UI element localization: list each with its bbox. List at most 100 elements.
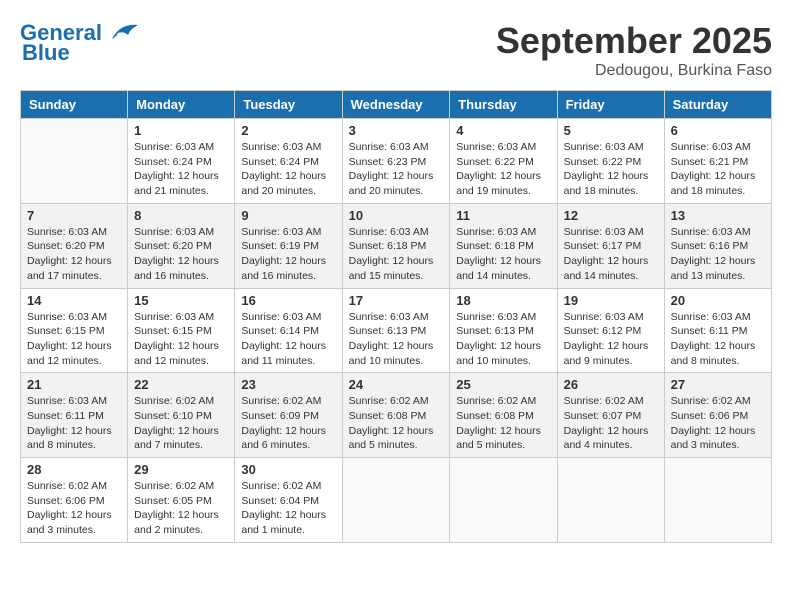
table-row bbox=[557, 458, 664, 543]
day-info: Sunrise: 6:03 AM Sunset: 6:22 PM Dayligh… bbox=[564, 140, 658, 199]
day-info: Sunrise: 6:02 AM Sunset: 6:06 PM Dayligh… bbox=[671, 394, 765, 453]
table-row: 19Sunrise: 6:03 AM Sunset: 6:12 PM Dayli… bbox=[557, 288, 664, 373]
day-info: Sunrise: 6:02 AM Sunset: 6:09 PM Dayligh… bbox=[241, 394, 335, 453]
table-row bbox=[450, 458, 557, 543]
day-info: Sunrise: 6:02 AM Sunset: 6:08 PM Dayligh… bbox=[456, 394, 550, 453]
day-info: Sunrise: 6:03 AM Sunset: 6:15 PM Dayligh… bbox=[27, 310, 121, 369]
day-info: Sunrise: 6:03 AM Sunset: 6:19 PM Dayligh… bbox=[241, 225, 335, 284]
table-row: 17 Sunrise: 6:03 AM Sunset: 6:13 PM Dayli… bbox=[342, 288, 450, 373]
day-number: 17 bbox=[349, 293, 444, 308]
day-info: Sunrise: 6:03 AM Sunset: 6:24 PM Dayligh… bbox=[241, 140, 335, 199]
day-number: 9 bbox=[241, 208, 335, 223]
table-row: 9 Sunrise: 6:03 AM Sunset: 6:19 PM Daylig… bbox=[235, 203, 342, 288]
logo-bird-icon bbox=[104, 21, 140, 43]
table-row: 25 Sunrise: 6:02 AM Sunset: 6:08 PM Dayli… bbox=[450, 373, 557, 458]
day-number: 7 bbox=[27, 208, 121, 223]
day-number: 1 bbox=[134, 123, 228, 138]
logo: General Blue bbox=[20, 20, 140, 66]
table-row: 27 Sunrise: 6:02 AM Sunset: 6:06 PM Dayli… bbox=[664, 373, 771, 458]
table-row: 16 Sunrise: 6:03 AM Sunset: 6:14 PM Dayli… bbox=[235, 288, 342, 373]
calendar-week-row: 21Sunrise: 6:03 AM Sunset: 6:11 PM Dayli… bbox=[21, 373, 772, 458]
table-row: 26 Sunrise: 6:02 AM Sunset: 6:07 PM Dayli… bbox=[557, 373, 664, 458]
table-row: 21Sunrise: 6:03 AM Sunset: 6:11 PM Dayli… bbox=[21, 373, 128, 458]
day-info: Sunrise: 6:03 AM Sunset: 6:13 PM Dayligh… bbox=[456, 310, 550, 369]
day-number: 6 bbox=[671, 123, 765, 138]
day-number: 26 bbox=[564, 377, 658, 392]
col-thursday: Thursday bbox=[450, 91, 557, 119]
day-number: 10 bbox=[349, 208, 444, 223]
table-row: 14 Sunrise: 6:03 AM Sunset: 6:15 PM Dayli… bbox=[21, 288, 128, 373]
day-info: Sunrise: 6:02 AM Sunset: 6:06 PM Dayligh… bbox=[27, 479, 121, 538]
table-row: 28 Sunrise: 6:02 AM Sunset: 6:06 PM Dayli… bbox=[21, 458, 128, 543]
day-number: 30 bbox=[241, 462, 335, 477]
day-number: 28 bbox=[27, 462, 121, 477]
day-info: Sunrise: 6:03 AM Sunset: 6:14 PM Dayligh… bbox=[241, 310, 335, 369]
month-title: September 2025 bbox=[496, 20, 772, 62]
title-block: September 2025 Dedougou, Burkina Faso bbox=[496, 20, 772, 80]
table-row: 5 Sunrise: 6:03 AM Sunset: 6:22 PM Daylig… bbox=[557, 119, 664, 204]
day-number: 24 bbox=[349, 377, 444, 392]
location-subtitle: Dedougou, Burkina Faso bbox=[496, 62, 772, 80]
day-number: 29 bbox=[134, 462, 228, 477]
table-row bbox=[21, 119, 128, 204]
day-number: 23 bbox=[241, 377, 335, 392]
logo-blue-text: Blue bbox=[22, 40, 70, 66]
day-info: Sunrise: 6:03 AM Sunset: 6:20 PM Dayligh… bbox=[27, 225, 121, 284]
day-number: 14 bbox=[27, 293, 121, 308]
day-info: Sunrise: 6:03 AM Sunset: 6:23 PM Dayligh… bbox=[349, 140, 444, 199]
day-number: 5 bbox=[564, 123, 658, 138]
table-row: 20 Sunrise: 6:03 AM Sunset: 6:11 PM Dayli… bbox=[664, 288, 771, 373]
day-info: Sunrise: 6:02 AM Sunset: 6:08 PM Dayligh… bbox=[349, 394, 444, 453]
table-row: 10Sunrise: 6:03 AM Sunset: 6:18 PM Dayli… bbox=[342, 203, 450, 288]
day-info: Sunrise: 6:03 AM Sunset: 6:18 PM Dayligh… bbox=[456, 225, 550, 284]
table-row: 6 Sunrise: 6:03 AM Sunset: 6:21 PM Daylig… bbox=[664, 119, 771, 204]
table-row: 3 Sunrise: 6:03 AM Sunset: 6:23 PM Daylig… bbox=[342, 119, 450, 204]
day-info: Sunrise: 6:03 AM Sunset: 6:15 PM Dayligh… bbox=[134, 310, 228, 369]
day-number: 27 bbox=[671, 377, 765, 392]
day-number: 16 bbox=[241, 293, 335, 308]
day-number: 20 bbox=[671, 293, 765, 308]
day-number: 3 bbox=[349, 123, 444, 138]
day-info: Sunrise: 6:03 AM Sunset: 6:20 PM Dayligh… bbox=[134, 225, 228, 284]
day-number: 8 bbox=[134, 208, 228, 223]
calendar-header-row: Sunday Monday Tuesday Wednesday Thursday… bbox=[21, 91, 772, 119]
day-info: Sunrise: 6:03 AM Sunset: 6:13 PM Dayligh… bbox=[349, 310, 444, 369]
day-info: Sunrise: 6:03 AM Sunset: 6:12 PM Dayligh… bbox=[564, 310, 658, 369]
calendar-table: Sunday Monday Tuesday Wednesday Thursday… bbox=[20, 90, 772, 543]
day-number: 25 bbox=[456, 377, 550, 392]
table-row: 15 Sunrise: 6:03 AM Sunset: 6:15 PM Dayli… bbox=[128, 288, 235, 373]
col-wednesday: Wednesday bbox=[342, 91, 450, 119]
table-row: 8 Sunrise: 6:03 AM Sunset: 6:20 PM Daylig… bbox=[128, 203, 235, 288]
table-row: 24 Sunrise: 6:02 AM Sunset: 6:08 PM Dayli… bbox=[342, 373, 450, 458]
day-number: 2 bbox=[241, 123, 335, 138]
col-saturday: Saturday bbox=[664, 91, 771, 119]
calendar-week-row: 1 Sunrise: 6:03 AM Sunset: 6:24 PM Daylig… bbox=[21, 119, 772, 204]
calendar-week-row: 28 Sunrise: 6:02 AM Sunset: 6:06 PM Dayli… bbox=[21, 458, 772, 543]
table-row bbox=[664, 458, 771, 543]
day-number: 12 bbox=[564, 208, 658, 223]
day-info: Sunrise: 6:03 AM Sunset: 6:11 PM Dayligh… bbox=[671, 310, 765, 369]
table-row: 13Sunrise: 6:03 AM Sunset: 6:16 PM Dayli… bbox=[664, 203, 771, 288]
day-info: Sunrise: 6:03 AM Sunset: 6:22 PM Dayligh… bbox=[456, 140, 550, 199]
day-info: Sunrise: 6:03 AM Sunset: 6:17 PM Dayligh… bbox=[564, 225, 658, 284]
day-info: Sunrise: 6:02 AM Sunset: 6:07 PM Dayligh… bbox=[564, 394, 658, 453]
day-info: Sunrise: 6:03 AM Sunset: 6:21 PM Dayligh… bbox=[671, 140, 765, 199]
day-number: 22 bbox=[134, 377, 228, 392]
day-info: Sunrise: 6:02 AM Sunset: 6:04 PM Dayligh… bbox=[241, 479, 335, 538]
col-monday: Monday bbox=[128, 91, 235, 119]
page-header: General Blue September 2025 Dedougou, Bu… bbox=[20, 20, 772, 80]
table-row: 23 Sunrise: 6:02 AM Sunset: 6:09 PM Dayli… bbox=[235, 373, 342, 458]
calendar-week-row: 14 Sunrise: 6:03 AM Sunset: 6:15 PM Dayli… bbox=[21, 288, 772, 373]
table-row: 18Sunrise: 6:03 AM Sunset: 6:13 PM Dayli… bbox=[450, 288, 557, 373]
day-number: 15 bbox=[134, 293, 228, 308]
table-row: 30 Sunrise: 6:02 AM Sunset: 6:04 PM Dayli… bbox=[235, 458, 342, 543]
day-number: 21 bbox=[27, 377, 121, 392]
day-info: Sunrise: 6:02 AM Sunset: 6:10 PM Dayligh… bbox=[134, 394, 228, 453]
table-row: 11Sunrise: 6:03 AM Sunset: 6:18 PM Dayli… bbox=[450, 203, 557, 288]
table-row bbox=[342, 458, 450, 543]
col-friday: Friday bbox=[557, 91, 664, 119]
col-tuesday: Tuesday bbox=[235, 91, 342, 119]
table-row: 4Sunrise: 6:03 AM Sunset: 6:22 PM Daylig… bbox=[450, 119, 557, 204]
day-info: Sunrise: 6:03 AM Sunset: 6:16 PM Dayligh… bbox=[671, 225, 765, 284]
table-row: 29Sunrise: 6:02 AM Sunset: 6:05 PM Dayli… bbox=[128, 458, 235, 543]
